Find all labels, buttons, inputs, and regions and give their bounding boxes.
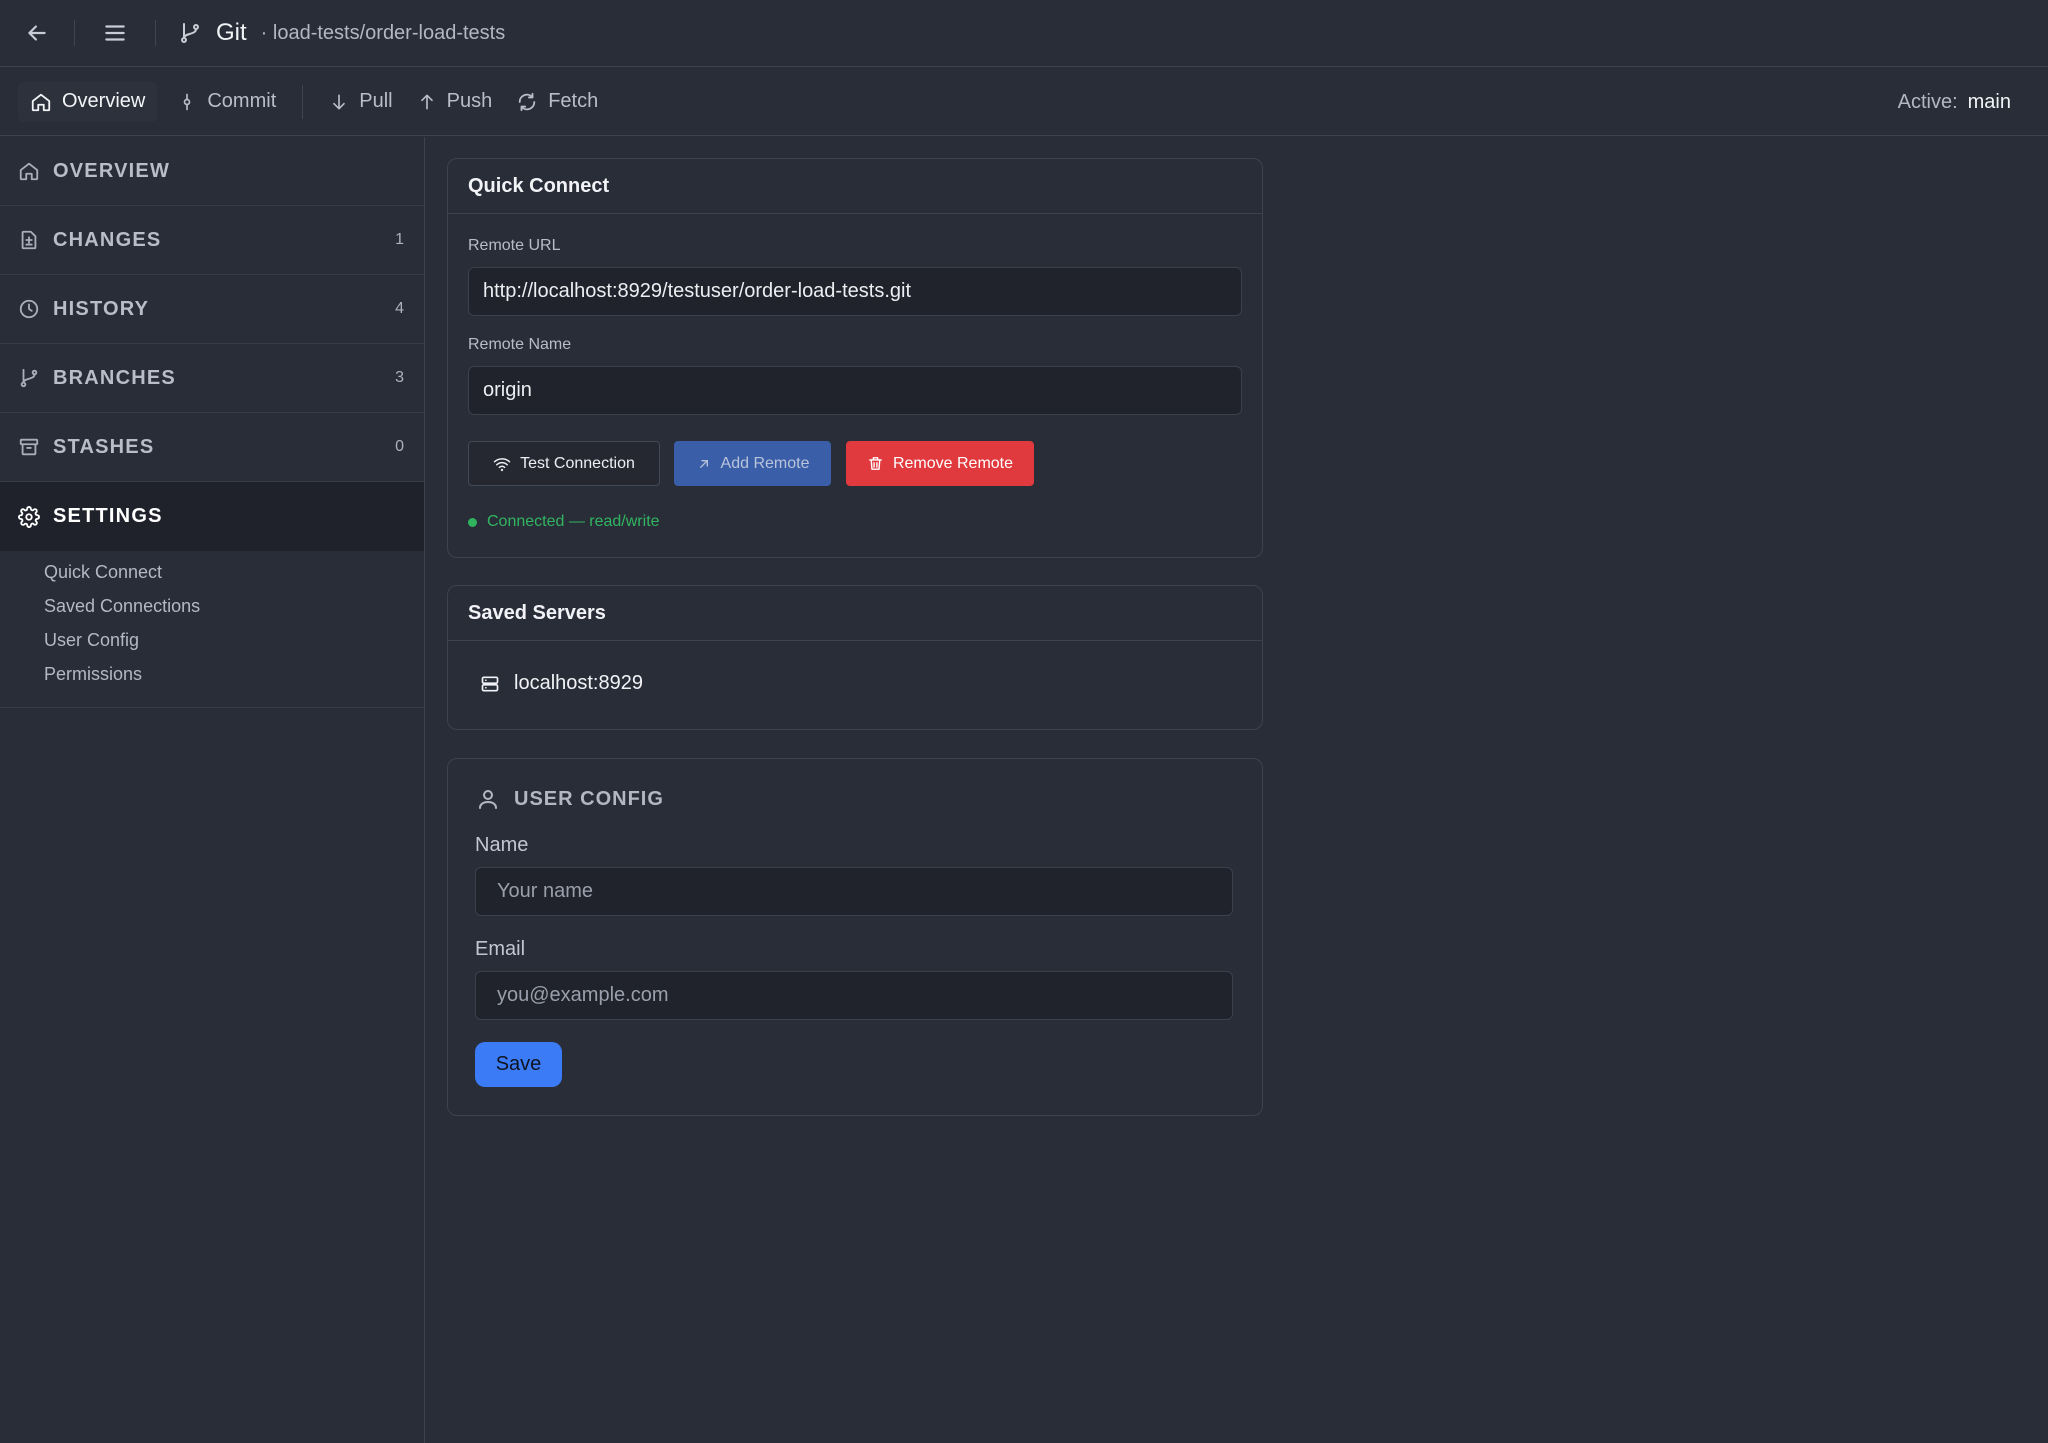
app-title: Git	[216, 19, 247, 46]
file-diff-icon	[21, 230, 37, 250]
trash-icon	[869, 457, 882, 470]
refresh-icon	[518, 92, 536, 111]
saved-server-name: localhost:8929	[514, 672, 643, 694]
toolbar: Overview Commit Pull Push Fetch Active: …	[0, 68, 2048, 136]
active-branch-indicator: Active: main	[1898, 68, 2011, 136]
sidebar-item-count: 1	[395, 231, 404, 248]
submenu-saved-connections[interactable]: Saved Connections	[0, 589, 424, 623]
remote-url-label: Remote URL	[468, 237, 561, 254]
arrow-left-icon[interactable]	[0, 0, 74, 67]
push-button-label: Push	[446, 90, 493, 112]
home-icon	[31, 93, 51, 111]
title-divider	[155, 20, 156, 46]
gear-icon	[18, 505, 40, 528]
commit-button-label: Commit	[207, 90, 277, 112]
git-commit-icon	[184, 93, 191, 110]
remove-remote-button[interactable]: Remove Remote	[846, 441, 1034, 486]
add-remote-label: Add Remote	[720, 454, 810, 472]
name-label: Name	[475, 834, 529, 856]
status-dot-icon	[468, 517, 477, 527]
pull-button[interactable]: Pull	[317, 82, 404, 122]
email-input[interactable]	[475, 971, 1233, 1020]
sidebar-item-label: HISTORY	[53, 297, 150, 320]
settings-submenu: Quick Connect Saved Connections User Con…	[0, 551, 424, 708]
clock-icon	[19, 299, 39, 319]
git-branch-icon	[20, 368, 38, 388]
home-icon	[19, 162, 39, 181]
saved-server-item[interactable]: localhost:8929	[480, 672, 643, 695]
remote-name-label: Remote Name	[468, 336, 572, 353]
submenu-permissions[interactable]: Permissions	[0, 657, 424, 691]
email-label: Email	[475, 938, 526, 960]
sidebar-item-count: 3	[395, 369, 404, 386]
overview-button-label: Overview	[62, 90, 146, 112]
sidebar-item-label: OVERVIEW	[53, 159, 171, 182]
sidebar-item-stashes[interactable]: STASHES 0	[0, 413, 424, 482]
title-bar: Git · load-tests/order-load-tests	[0, 0, 2048, 67]
wifi-icon	[493, 457, 511, 471]
commit-button[interactable]: Commit	[165, 82, 288, 122]
overview-button[interactable]: Overview	[18, 81, 158, 122]
test-connection-button[interactable]: Test Connection	[468, 441, 660, 486]
user-config-card: USER CONFIG Name Email Save	[447, 758, 1263, 1116]
connection-status: Connected — read/write	[468, 513, 660, 531]
quick-connect-title: Quick Connect	[448, 159, 1262, 214]
git-branch-icon	[178, 0, 202, 67]
sidebar-item-overview[interactable]: OVERVIEW	[0, 137, 424, 206]
add-remote-button[interactable]: Add Remote	[674, 441, 831, 486]
submenu-quick-connect[interactable]: Quick Connect	[0, 555, 424, 589]
arrow-down-icon	[333, 94, 346, 109]
saved-servers-title: Saved Servers	[448, 586, 1262, 641]
pull-button-label: Pull	[359, 90, 393, 112]
connection-status-text: Connected — read/write	[487, 513, 660, 530]
submenu-user-config[interactable]: User Config	[0, 623, 424, 657]
remove-remote-label: Remove Remote	[892, 454, 1014, 472]
archive-icon	[19, 438, 39, 456]
sidebar-item-label: BRANCHES	[53, 366, 176, 389]
sidebar: OVERVIEW CHANGES 1 HISTORY 4 BRANCHES 3 …	[0, 137, 425, 1443]
sidebar-item-label: STASHES	[53, 435, 155, 458]
sidebar-item-count: 4	[395, 300, 404, 317]
save-button[interactable]: Save	[475, 1042, 562, 1087]
active-branch-name: main	[1967, 90, 2011, 113]
remote-url-input[interactable]	[468, 267, 1242, 316]
name-input[interactable]	[475, 867, 1233, 916]
arrow-up-icon	[420, 94, 433, 109]
fetch-button[interactable]: Fetch	[504, 82, 610, 122]
active-branch-label: Active:	[1897, 90, 1958, 113]
sidebar-item-count: 0	[395, 438, 404, 455]
sidebar-item-branches[interactable]: BRANCHES 3	[0, 344, 424, 413]
saved-servers-card: Saved Servers localhost:8929	[447, 585, 1263, 730]
user-config-title-text: USER CONFIG	[514, 787, 664, 810]
remote-name-input[interactable]	[468, 366, 1242, 415]
repo-path: · load-tests/order-load-tests	[260, 21, 506, 44]
server-icon	[481, 676, 499, 691]
user-config-title: USER CONFIG	[476, 787, 664, 811]
test-connection-label: Test Connection	[520, 454, 635, 472]
sidebar-item-changes[interactable]: CHANGES 1	[0, 206, 424, 275]
arrow-up-right-icon	[699, 459, 708, 468]
toolbar-divider	[302, 84, 304, 119]
user-icon	[479, 790, 497, 809]
sidebar-item-history[interactable]: HISTORY 4	[0, 275, 424, 344]
hamburger-menu-icon[interactable]	[75, 0, 155, 67]
sidebar-item-settings[interactable]: SETTINGS	[0, 482, 424, 551]
sidebar-item-label: SETTINGS	[53, 505, 163, 527]
sidebar-item-label: CHANGES	[53, 228, 162, 251]
quick-connect-card: Quick Connect Remote URL Remote Name Tes…	[447, 158, 1263, 558]
fetch-button-label: Fetch	[548, 90, 599, 112]
push-button[interactable]: Push	[405, 82, 505, 122]
